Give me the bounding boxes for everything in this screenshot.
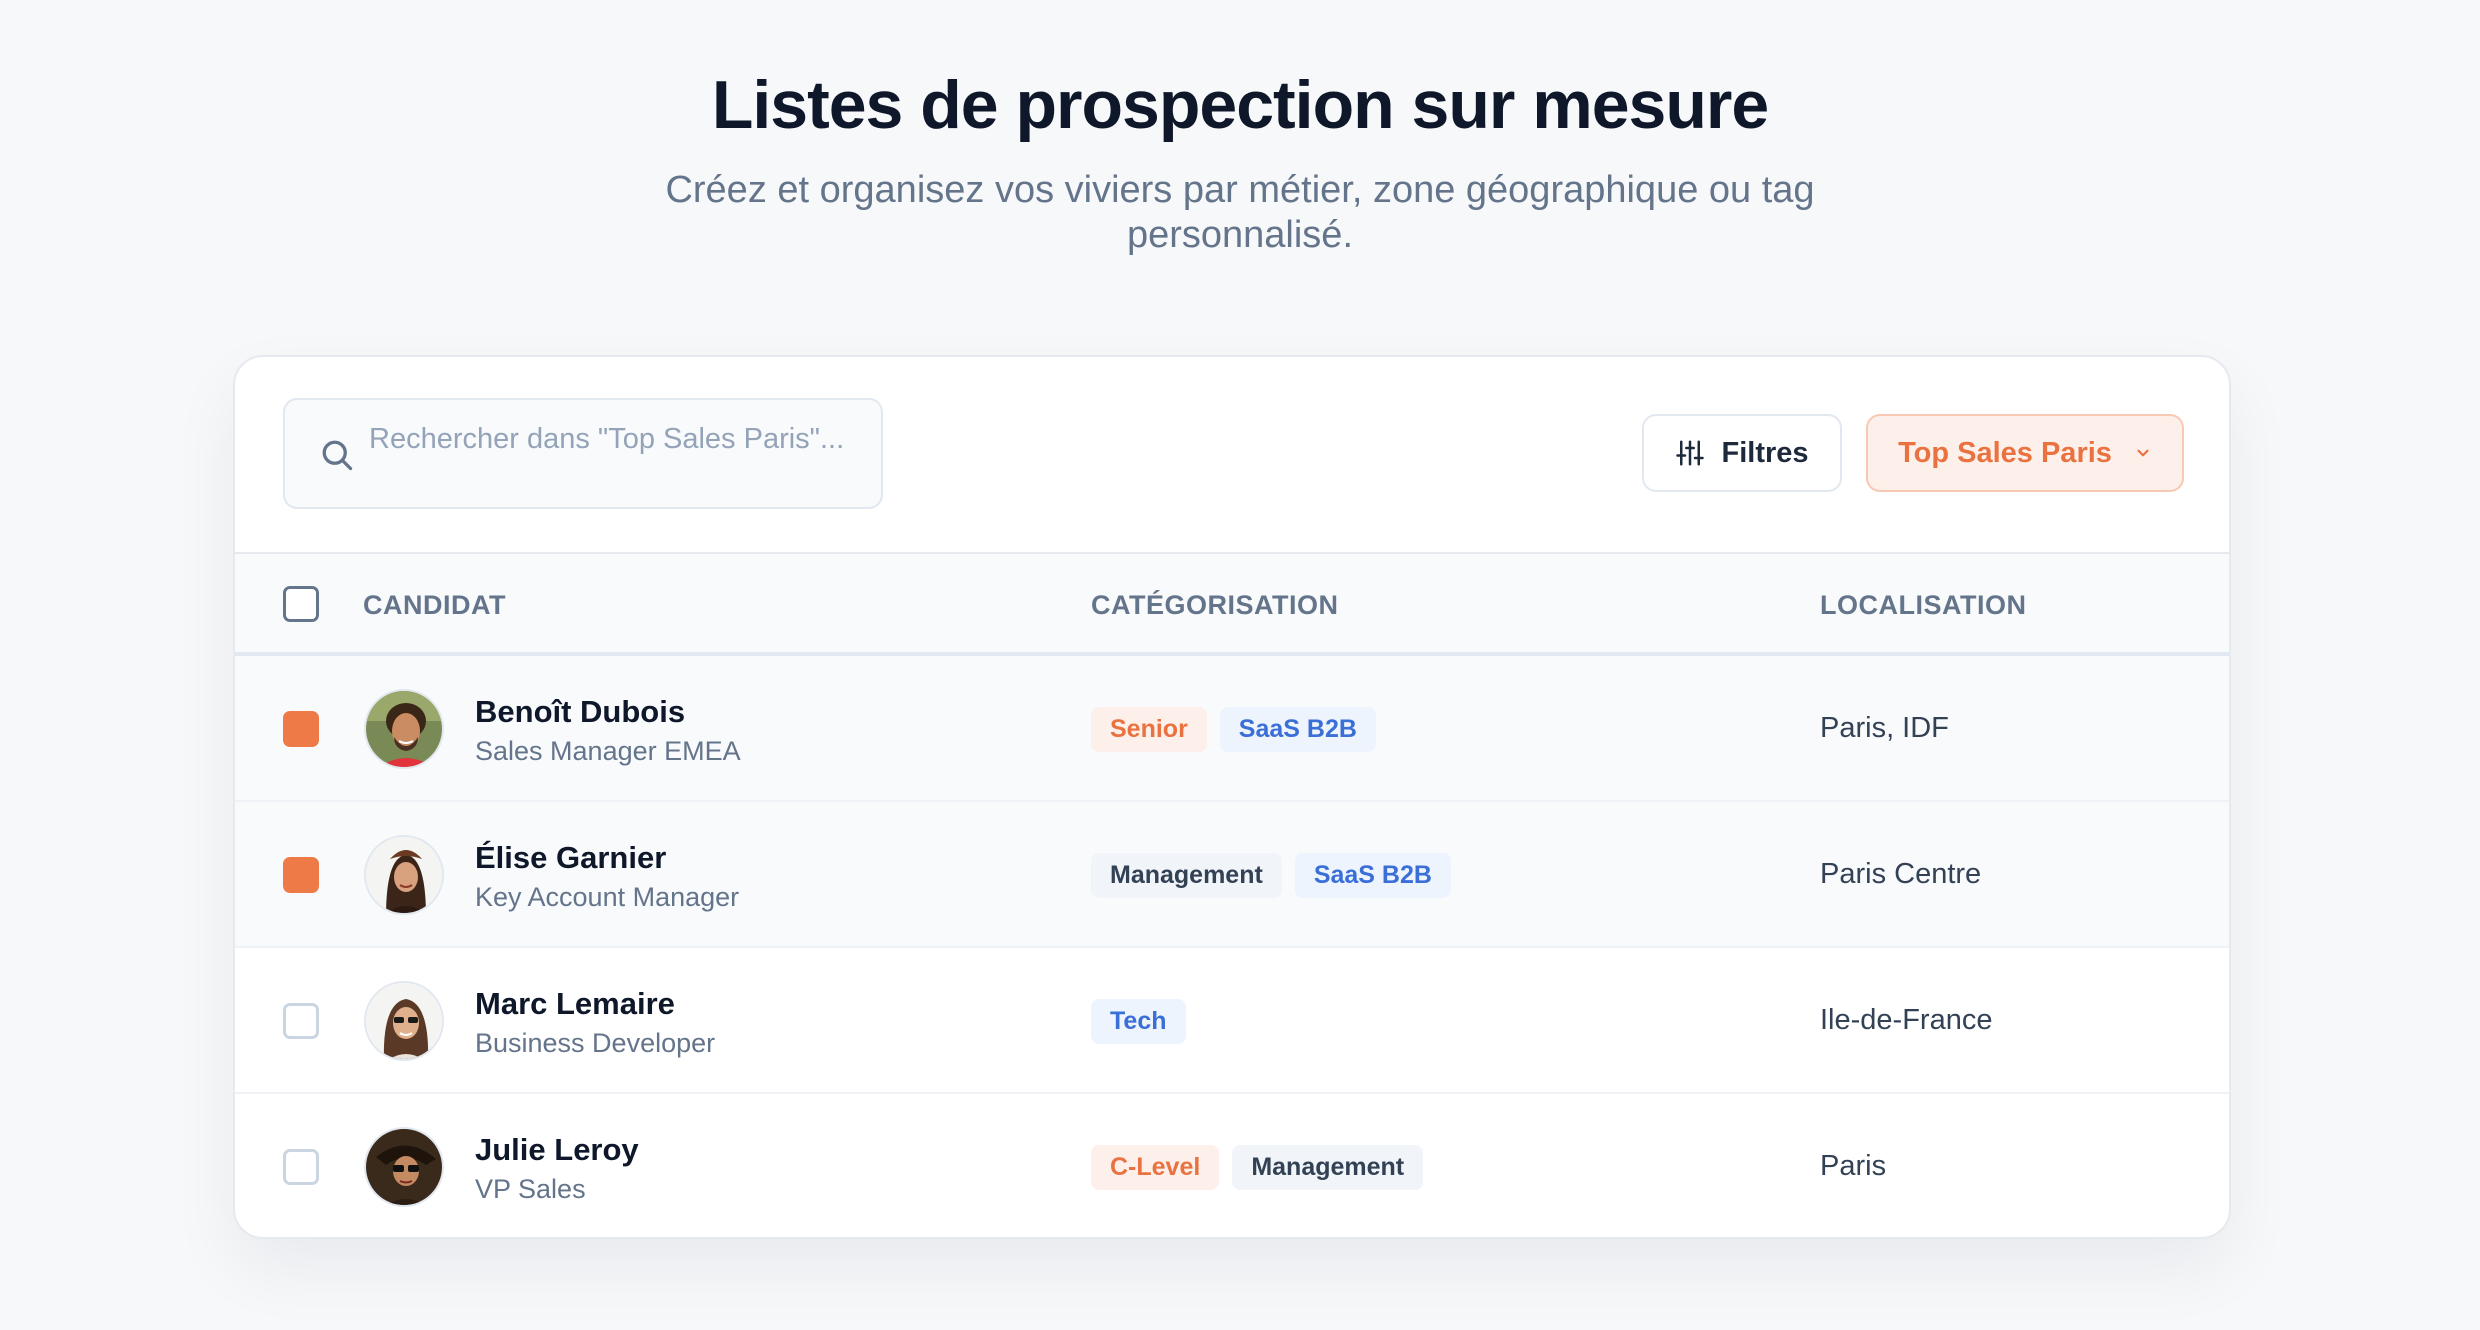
table-row[interactable]: Benoît Dubois Sales Manager EMEA Senior … [235,656,2229,802]
candidate-location: Paris [1820,1150,1887,1182]
candidate-name: Élise Garnier [475,840,667,875]
list-selector-label: Top Sales Paris [1898,436,2112,469]
candidate-name: Julie Leroy [475,1132,639,1167]
table-row[interactable]: Élise Garnier Key Account Manager Manage… [235,802,2229,948]
filters-label: Filtres [1721,436,1809,469]
candidate-name: Benoît Dubois [475,694,686,729]
row-checkbox[interactable] [283,1149,319,1185]
column-header-categorisation: CATÉGORISATION [1091,590,1339,620]
tag: SaaS B2B [1219,707,1376,752]
table-header: CANDIDAT CATÉGORISATION LOCALISATION [235,552,2229,656]
avatar [364,1127,444,1207]
candidate-name: Marc Lemaire [475,986,675,1021]
page-title: Listes de prospection sur mesure [711,67,1769,143]
candidate-role: Business Developer [475,1028,716,1058]
column-header-candidat: CANDIDAT [363,590,506,620]
column-header-localisation: LOCALISATION [1820,590,2027,620]
tag-list: C-Level Management [1091,1145,1424,1190]
tag: Tech [1091,999,1186,1044]
row-checkbox[interactable] [283,1003,319,1039]
search-input[interactable]: Rechercher dans "Top Sales Paris"... [283,398,883,509]
tag-list: Senior SaaS B2B [1091,707,1376,752]
search-icon [322,440,353,471]
sliders-icon [1676,440,1705,466]
row-checkbox[interactable] [283,857,319,893]
search-placeholder: Rechercher dans "Top Sales Paris"... [369,423,845,455]
avatar [364,689,444,769]
candidate-role: Key Account Manager [475,882,740,912]
candidate-location: Ile-de-France [1820,1004,1993,1036]
table-toolbar: Rechercher dans "Top Sales Paris"... Fil… [235,357,2229,552]
avatar [364,835,444,915]
candidate-location: Paris, IDF [1820,712,1949,744]
row-checkbox[interactable] [283,711,319,747]
table-row[interactable]: Julie Leroy VP Sales C-Level Management … [235,1094,2229,1237]
candidate-location: Paris Centre [1820,858,1982,890]
tag: Management [1232,1145,1424,1190]
chevron-down-icon [2137,449,2149,457]
candidate-role: Sales Manager EMEA [475,736,741,766]
avatar [364,981,444,1061]
tag: Senior [1091,707,1207,752]
select-all-checkbox[interactable] [283,586,319,622]
candidate-role: VP Sales [475,1174,586,1204]
table-row[interactable]: Marc Lemaire Business Developer Tech Ile… [235,948,2229,1094]
tag: Management [1091,853,1282,898]
list-selector-dropdown[interactable]: Top Sales Paris [1866,414,2184,492]
tag-list: Management SaaS B2B [1091,853,1451,898]
tag-list: Tech [1091,999,1186,1044]
filters-button[interactable]: Filtres [1642,414,1842,492]
prospect-list-card: Rechercher dans "Top Sales Paris"... Fil… [233,355,2231,1239]
page-subtitle: Créez et organisez vos viviers par métie… [665,169,1815,256]
tag: C-Level [1091,1145,1220,1190]
tag: SaaS B2B [1294,853,1451,898]
